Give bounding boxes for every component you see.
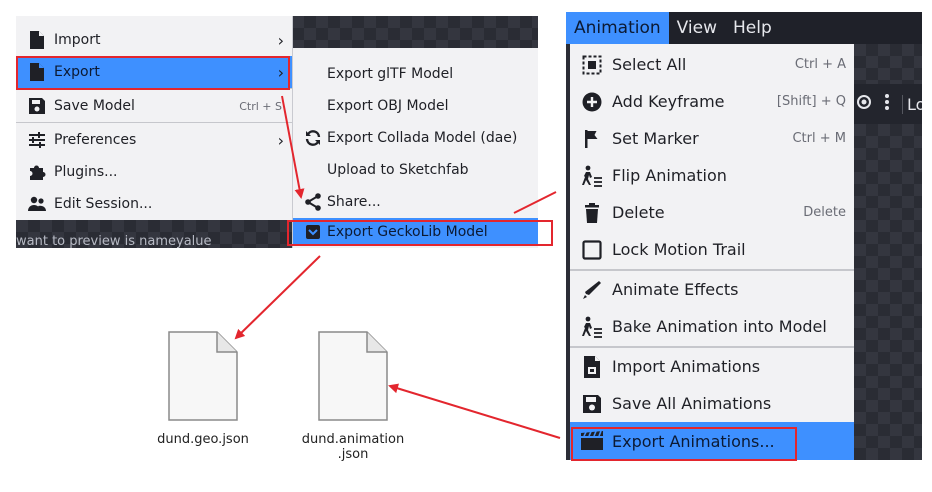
flag-icon: [580, 127, 604, 151]
menu-item-label: Bake Animation into Model: [612, 317, 827, 336]
menu-item-label: Save Model: [54, 98, 135, 114]
menu-item-label: Animate Effects: [612, 280, 739, 299]
animation-json-file-icon: [318, 331, 388, 421]
menu-item-label: Lock Motion Trail: [612, 240, 746, 259]
menu-item-label: Import Animations: [612, 357, 761, 376]
menu-item-bake-animation[interactable]: Bake Animation into Model: [570, 308, 854, 345]
add-circle-icon: [580, 90, 604, 114]
more-vert-icon[interactable]: [884, 93, 890, 115]
menu-item-export-obj[interactable]: Export OBJ Model: [293, 90, 538, 122]
animation-menu: Select All Ctrl + A Add Keyframe [Shift]…: [570, 44, 854, 460]
menu-item-import[interactable]: Import ›: [16, 24, 292, 56]
file-menu: Import › Export › Save Model Ctrl + S Pr…: [16, 16, 293, 220]
file-import-icon: [580, 355, 604, 379]
menu-item-label: Export OBJ Model: [327, 98, 449, 114]
animation-menu-screenshot: Lo Animation View Help Select All Ctrl +…: [566, 12, 922, 460]
flip-walk-icon: [580, 164, 604, 188]
menu-item-save-all-animations[interactable]: Save All Animations: [570, 385, 854, 422]
shortcut-label: [Shift] + Q: [776, 94, 846, 109]
file-icon: [26, 29, 48, 51]
viewport-background: [854, 44, 922, 84]
file-name-line: dund.animation: [301, 432, 405, 447]
menubar-item-help[interactable]: Help: [725, 12, 780, 44]
menu-item-share[interactable]: Share...: [293, 186, 538, 218]
menu-item-edit-session[interactable]: Edit Session...: [16, 188, 292, 220]
shortcut-label: Ctrl + S: [239, 99, 282, 113]
sliders-icon: [26, 129, 48, 151]
file-name-animation: dund.animation .json: [288, 432, 418, 462]
menu-item-preferences[interactable]: Preferences ›: [16, 124, 292, 156]
menu-item-label: Set Marker: [612, 129, 699, 148]
menu-item-label: Delete: [612, 203, 665, 222]
toolbar-label: Lo: [902, 94, 922, 114]
shortcut-label: Ctrl + A: [794, 57, 846, 72]
highlight-box-export: [16, 56, 290, 90]
menu-item-upload-sketchfab[interactable]: Upload to Sketchfab: [293, 154, 538, 186]
viewport-background: [292, 16, 538, 48]
save-icon: [26, 95, 48, 117]
menubar-item-animation[interactable]: Animation: [566, 12, 669, 44]
menu-item-label: Import: [54, 32, 101, 48]
menu-item-set-marker[interactable]: Set Marker Ctrl + M: [570, 120, 854, 157]
menu-item-import-animations[interactable]: Import Animations: [570, 348, 854, 385]
share-icon: [303, 192, 323, 212]
sync-icon: [303, 128, 323, 148]
menu-item-label: Flip Animation: [612, 166, 727, 185]
menubar-item-view[interactable]: View: [669, 12, 725, 44]
menu-item-label: Preferences: [54, 132, 137, 148]
viewport-background: [854, 124, 922, 460]
file-name-line: .json: [337, 447, 369, 462]
menu-item-animate-effects[interactable]: Animate Effects: [570, 271, 854, 308]
menu-item-lock-motion-trail[interactable]: Lock Motion Trail: [570, 231, 854, 268]
menu-item-export-gltf[interactable]: Export glTF Model: [293, 58, 538, 90]
arrow-export-anim-to-file: [388, 383, 561, 439]
background-text: want to preview is nameyalue: [16, 234, 212, 248]
checkbox-icon[interactable]: [580, 238, 604, 262]
menu-item-label: Add Keyframe: [612, 92, 725, 111]
viewport-toolbar: Lo: [854, 84, 922, 124]
menu-item-label: Export Collada Model (dae): [327, 130, 518, 146]
highlight-box-export-geckolib: [287, 220, 553, 246]
menu-item-label: Save All Animations: [612, 394, 772, 413]
menu-item-label: Upload to Sketchfab: [327, 162, 469, 178]
menu-item-label: Plugins...: [54, 164, 118, 180]
arrow-gecko-to-geo-file: [234, 255, 321, 340]
file-menu-screenshot: want to preview is nameyalue Import › Ex…: [16, 16, 538, 248]
menu-item-select-all[interactable]: Select All Ctrl + A: [570, 46, 854, 83]
select-all-icon: [580, 53, 604, 77]
geo-json-file-icon: [168, 331, 238, 421]
menu-item-plugins[interactable]: Plugins...: [16, 156, 292, 188]
shortcut-label: Ctrl + M: [792, 131, 846, 146]
highlight-box-export-animations: [571, 427, 797, 461]
menu-item-save-model[interactable]: Save Model Ctrl + S: [16, 90, 292, 122]
file-name-geo: dund.geo.json: [157, 432, 249, 447]
shortcut-label: Delete: [803, 205, 846, 220]
menu-item-label: Share...: [327, 194, 381, 210]
menu-item-label: Select All: [612, 55, 687, 74]
trash-icon: [580, 201, 604, 225]
puzzle-icon: [26, 161, 48, 183]
chevron-right-icon: ›: [277, 130, 284, 150]
menu-item-flip-animation[interactable]: Flip Animation: [570, 157, 854, 194]
menu-item-label: Export glTF Model: [327, 66, 454, 82]
users-icon: [26, 193, 48, 215]
bake-walk-icon: [580, 315, 604, 339]
menu-divider: [16, 122, 292, 123]
menu-item-delete[interactable]: Delete Delete: [570, 194, 854, 231]
menu-item-add-keyframe[interactable]: Add Keyframe [Shift] + Q: [570, 83, 854, 120]
target-icon[interactable]: [856, 94, 872, 114]
brush-icon: [580, 278, 604, 302]
menu-bar: Animation View Help: [566, 12, 922, 44]
menu-item-label: Edit Session...: [54, 196, 153, 212]
export-submenu: Export glTF Model Export OBJ Model Expor…: [292, 48, 538, 248]
chevron-right-icon: ›: [277, 30, 284, 50]
menu-item-export-collada[interactable]: Export Collada Model (dae): [293, 122, 538, 154]
save-icon: [580, 392, 604, 416]
